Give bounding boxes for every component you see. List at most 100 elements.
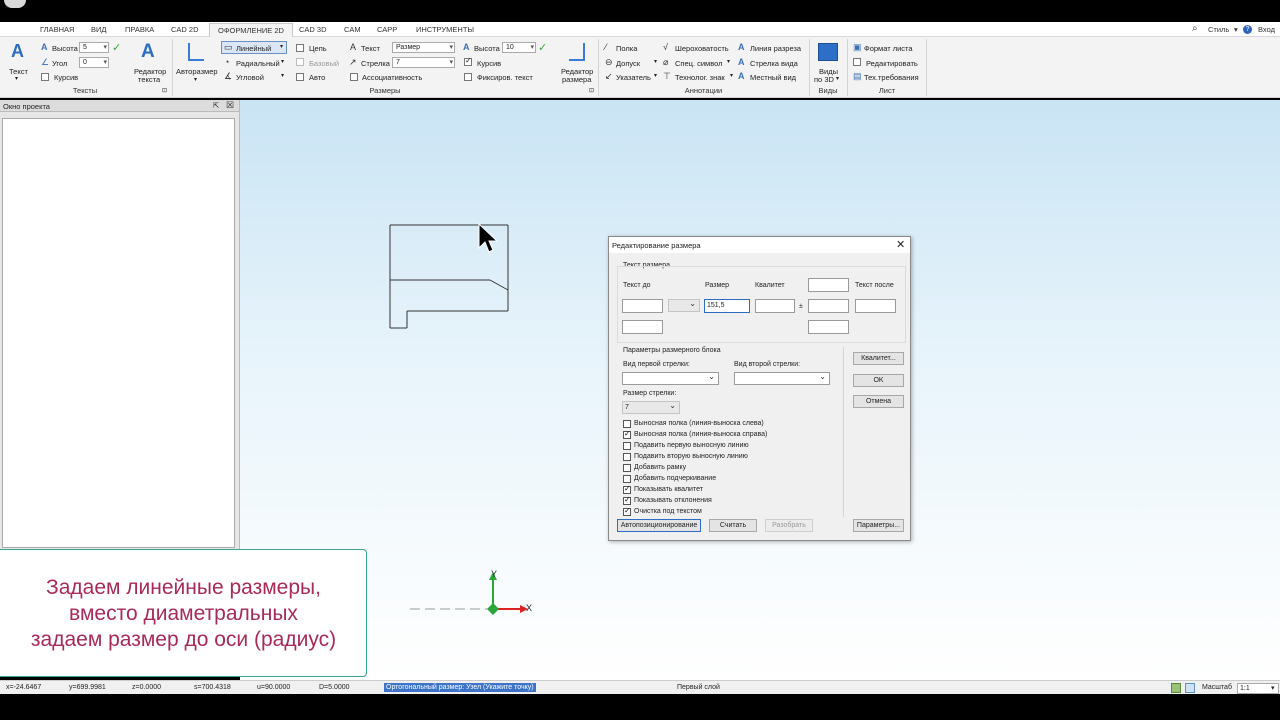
checkbox-suppress-first[interactable] xyxy=(623,442,631,450)
close-icon[interactable]: ☒ xyxy=(226,100,234,111)
roughness-button[interactable]: Шероховатость xyxy=(675,44,729,53)
group-expand-icon[interactable]: ⊡ xyxy=(589,87,594,94)
text-italic-checkbox[interactable] xyxy=(41,73,49,81)
grid-icon[interactable] xyxy=(1185,683,1195,693)
close-icon[interactable]: ✕ xyxy=(896,238,905,251)
first-arrow-select[interactable] xyxy=(622,371,719,385)
arrow-select[interactable]: 7 xyxy=(392,57,455,68)
project-tree[interactable] xyxy=(2,118,235,548)
base-checkbox[interactable] xyxy=(296,58,304,66)
tolerance-button[interactable]: Допуск xyxy=(616,59,640,68)
tab-cad3d[interactable]: CAD 3D xyxy=(299,25,327,34)
text-height-select[interactable]: 5 xyxy=(79,42,109,53)
checkbox-shelf-left[interactable] xyxy=(623,420,631,428)
text-tool-label: Текст xyxy=(9,67,28,76)
dim-height-select[interactable]: 10 xyxy=(502,42,536,53)
text-before-field-2[interactable] xyxy=(622,320,663,334)
upper-deviation-field[interactable] xyxy=(808,278,849,292)
group-label-views: Виды xyxy=(818,86,838,95)
chevron-down-icon[interactable]: ▾ xyxy=(727,58,730,65)
chevron-down-icon: ▾ xyxy=(836,76,840,82)
autoposition-button[interactable]: Автопозиционирование xyxy=(617,519,701,532)
shelf-button[interactable]: Полка xyxy=(616,44,637,53)
text-angle-select[interactable]: 0 xyxy=(79,57,109,68)
login-link[interactable]: Вход xyxy=(1258,25,1275,34)
chain-checkbox[interactable] xyxy=(296,44,304,52)
tab-drafting-2d[interactable]: ОФОРМЛЕНИЕ 2D xyxy=(209,23,293,37)
pin-icon[interactable]: ⇱ xyxy=(213,101,219,110)
checkbox-suppress-second[interactable] xyxy=(623,453,631,461)
checkbox-clear-under-text[interactable] xyxy=(623,506,631,516)
help-icon[interactable]: ? xyxy=(1243,25,1252,34)
sheet-edit-checkbox[interactable] xyxy=(853,58,861,66)
deviation-field[interactable] xyxy=(808,299,849,313)
text-editor-button[interactable]: A Редактор текста xyxy=(132,41,168,85)
checkbox-show-quality[interactable] xyxy=(623,484,631,494)
local-view-button[interactable]: Местный вид xyxy=(750,73,796,82)
size-field[interactable]: 151,5 xyxy=(704,299,750,313)
dimension-editor-label-2: размера xyxy=(562,75,592,84)
ok-button[interactable]: OK xyxy=(853,374,904,387)
tab-edit[interactable]: ПРАВКА xyxy=(125,25,154,34)
angular-dimension-button[interactable]: Угловой xyxy=(236,73,264,82)
search-icon[interactable]: ⌕ xyxy=(1192,23,1198,34)
lower-deviation-field[interactable] xyxy=(808,320,849,334)
chevron-down-icon[interactable]: ▾ xyxy=(281,72,284,79)
radial-dimension-button[interactable]: Радиальный xyxy=(236,59,280,68)
dimension-text-select[interactable]: Размер xyxy=(392,42,455,53)
checkbox-add-frame[interactable] xyxy=(623,464,631,472)
tab-sapp[interactable]: САРР xyxy=(377,25,397,34)
checkbox-shelf-right[interactable] xyxy=(623,429,631,439)
second-arrow-select[interactable] xyxy=(734,371,830,385)
arrow-size-select[interactable]: 7 xyxy=(622,400,680,414)
tab-home[interactable]: ГЛАВНАЯ xyxy=(40,25,74,34)
sheet-format-button[interactable]: Формат листа xyxy=(864,44,913,53)
view-arrow-button[interactable]: Стрелка вида xyxy=(750,59,798,68)
quality-button[interactable]: Квалитет... xyxy=(853,352,904,365)
symbol-select[interactable] xyxy=(668,298,700,312)
label-suppress-first: Подавить первую выносную линию xyxy=(634,442,749,449)
coord-s: s=700.4318 xyxy=(194,684,231,691)
quality-field[interactable] xyxy=(755,299,795,313)
dim-italic-checkbox[interactable] xyxy=(464,56,472,66)
chevron-down-icon[interactable]: ▾ xyxy=(281,58,284,65)
tab-tools[interactable]: ИНСТРУМЕНТЫ xyxy=(416,25,474,34)
cancel-button[interactable]: Отмена xyxy=(853,395,904,408)
chevron-down-icon[interactable]: ▾ xyxy=(654,72,657,79)
parameters-button[interactable]: Параметры... xyxy=(853,519,904,532)
fixed-text-checkbox[interactable] xyxy=(464,73,472,81)
associativity-checkbox[interactable] xyxy=(350,73,358,81)
auto-checkbox[interactable] xyxy=(296,73,304,81)
pointer-button[interactable]: Указатель xyxy=(616,73,651,82)
apply-check-icon[interactable]: ✓ xyxy=(538,41,547,54)
views-3d-button[interactable]: Виды по 3D ▾ xyxy=(813,41,843,85)
scale-select[interactable]: 1:1 ▾ xyxy=(1237,683,1279,694)
tab-cam[interactable]: CAM xyxy=(344,25,361,34)
style-menu[interactable]: Стиль xyxy=(1208,25,1229,34)
current-layer[interactable]: Первый слой xyxy=(677,684,720,691)
tech-requirements-button[interactable]: Тех.требования xyxy=(864,73,919,82)
group-expand-icon[interactable]: ⊡ xyxy=(162,87,167,94)
chevron-down-icon[interactable]: ▾ xyxy=(1234,25,1238,34)
explode-button[interactable]: Разобрать xyxy=(765,519,813,532)
chevron-down-icon[interactable]: ▾ xyxy=(654,58,657,65)
text-after-field[interactable] xyxy=(855,299,896,313)
tab-view[interactable]: ВИД xyxy=(91,25,106,34)
text-angle-label: Угол xyxy=(52,59,68,68)
text-tool-button[interactable]: A Текст ▾ xyxy=(5,41,33,82)
apply-check-icon[interactable]: ✓ xyxy=(112,41,121,54)
chevron-down-icon[interactable]: ▾ xyxy=(730,72,733,79)
dim-height-label: Высота xyxy=(474,44,500,53)
tab-cad2d[interactable]: CAD 2D xyxy=(171,25,199,34)
checkbox-add-underline[interactable] xyxy=(623,475,631,483)
text-before-field[interactable] xyxy=(622,299,663,313)
checkbox-show-deviations[interactable] xyxy=(623,495,631,505)
special-symbol-button[interactable]: Спец. символ xyxy=(675,59,723,68)
dimension-editor-button[interactable]: Редактор размера xyxy=(558,41,596,85)
layer-icon[interactable] xyxy=(1171,683,1181,693)
read-button[interactable]: Считать xyxy=(709,519,757,532)
section-line-button[interactable]: Линия разреза xyxy=(750,44,801,53)
linear-dimension-button[interactable]: ▭ Линейный ▾ xyxy=(221,41,287,54)
auto-dimension-button[interactable]: Авторазмер ▾ xyxy=(176,41,218,85)
tech-mark-button[interactable]: Технолог. знак xyxy=(675,73,725,82)
